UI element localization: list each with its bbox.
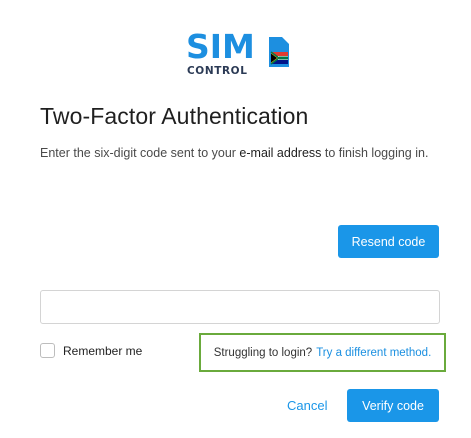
try-different-method-link[interactable]: Try a different method. (316, 347, 431, 359)
remember-me-option[interactable]: Remember me (40, 343, 142, 358)
instructions-text-after: to finish logging in. (321, 146, 429, 160)
verification-code-input[interactable] (40, 290, 440, 324)
resend-code-button[interactable]: Resend code (338, 225, 439, 258)
alternative-method-callout: Struggling to login? Try a different met… (199, 333, 446, 372)
instructions-email-emphasis: e-mail address (239, 146, 322, 160)
sim-card-sa-flag-icon (269, 37, 289, 67)
instructions-text: Enter the six-digit code sent to your e-… (40, 144, 430, 163)
simcontrol-logo: SIM CONTROL (186, 27, 296, 80)
logo-sim-text: SIM (186, 27, 255, 66)
struggling-prompt: Struggling to login? (213, 346, 313, 359)
cancel-link[interactable]: Cancel (287, 398, 327, 413)
remember-me-label[interactable]: Remember me (63, 344, 142, 358)
remember-me-checkbox[interactable] (40, 343, 55, 358)
verify-code-button[interactable]: Verify code (347, 389, 439, 422)
page-title: Two-Factor Authentication (40, 103, 309, 129)
logo-control-text: CONTROL (187, 65, 248, 77)
instructions-text-before: Enter the six-digit code sent to your (40, 146, 240, 160)
